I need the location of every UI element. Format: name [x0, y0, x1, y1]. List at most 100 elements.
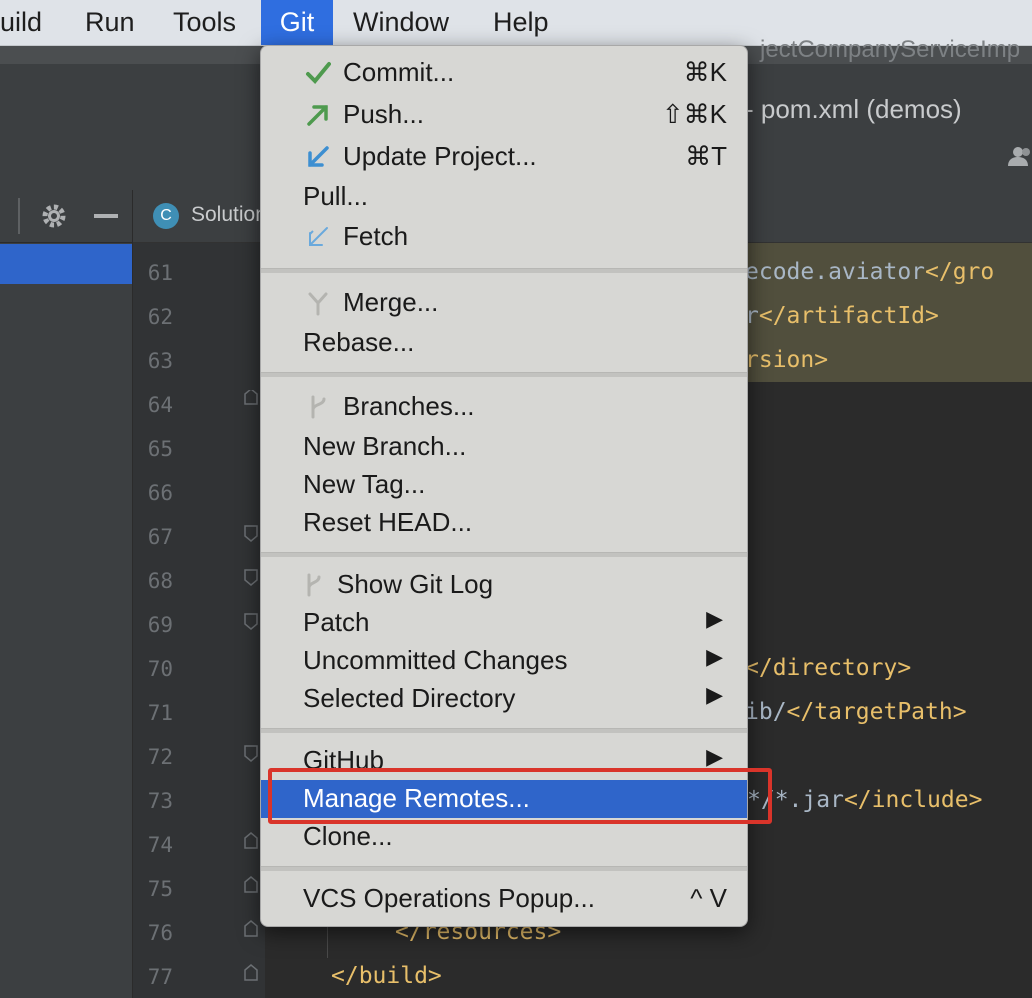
gear-icon[interactable] [40, 202, 68, 230]
menu-separator [261, 268, 747, 273]
selected-tree-item[interactable] [0, 244, 132, 284]
menu-item-label: Selected Directory [303, 683, 516, 713]
menu-item-label: Clone... [303, 821, 393, 851]
menu-separator [261, 728, 747, 733]
menu-item-merge[interactable]: Merge... [261, 284, 747, 322]
fetch-arrow-icon [305, 224, 331, 250]
shortcut-label: ⇧⌘K [661, 99, 727, 129]
menu-item-label: VCS Operations Popup... [303, 883, 595, 913]
line-number: 76 [147, 921, 173, 945]
menu-item-label: New Branch... [303, 431, 467, 461]
line-number: 74 [147, 833, 173, 857]
code-line-62: r</artifactId> [745, 303, 939, 329]
menu-item-new-branch[interactable]: New Branch... [261, 428, 747, 466]
push-arrow-icon [305, 102, 331, 128]
menu-item-label: Fetch [343, 221, 409, 251]
check-icon [305, 60, 331, 86]
code-line-77: </build> [331, 963, 442, 989]
menu-item-push[interactable]: Push... ⇧⌘K [261, 96, 747, 134]
menu-item-uncommitted-changes[interactable]: Uncommitted Changes ▶ [261, 642, 747, 680]
menu-separator [261, 866, 747, 871]
git-log-icon [301, 572, 327, 598]
merge-icon [305, 290, 331, 316]
menu-item-rebase[interactable]: Rebase... [261, 324, 747, 362]
menu-item-vcs-operations-popup[interactable]: VCS Operations Popup... ^ V [261, 880, 747, 918]
code-line-61: ecode.aviator</gro [745, 259, 994, 285]
menu-item-label: Pull... [303, 181, 369, 211]
menu-item-label: Branches... [343, 391, 475, 421]
menu-run[interactable]: Run [85, 0, 135, 45]
line-number: 70 [147, 657, 173, 681]
menu-item-label: Patch [303, 607, 370, 637]
code-tag: </artifactId> [758, 303, 939, 329]
toolbar-divider [18, 198, 20, 234]
menu-item-label: Update Project... [343, 141, 537, 171]
menu-item-label: New Tag... [303, 469, 426, 499]
line-number: 64 [147, 393, 173, 417]
code-text: /*.jar [760, 787, 844, 813]
line-number: 63 [147, 349, 173, 373]
line-number: 75 [147, 877, 173, 901]
code-tag: </directory> [745, 655, 912, 681]
menu-item-label: Commit... [343, 57, 455, 87]
minimize-icon[interactable] [94, 214, 118, 218]
line-number: 65 [147, 437, 173, 461]
menu-item-label: Uncommitted Changes [303, 645, 568, 675]
user-icon[interactable] [1008, 144, 1032, 168]
line-number: 62 [147, 305, 173, 329]
shortcut-label: ^ V [690, 883, 727, 913]
menu-build[interactable]: uild [0, 0, 52, 45]
menu-item-label: Rebase... [303, 327, 415, 357]
project-panel [0, 190, 133, 998]
line-number: 72 [147, 745, 173, 769]
menu-item-new-tag[interactable]: New Tag... [261, 466, 747, 504]
menu-item-label: Merge... [343, 287, 439, 317]
update-arrow-icon [305, 144, 331, 170]
shortcut-label: ⌘T [685, 141, 727, 171]
code-line-73: */*.jar</include> [747, 787, 982, 813]
line-number: 67 [147, 525, 173, 549]
submenu-arrow-icon: ▶ [706, 606, 723, 631]
code-tag: </gro [925, 259, 995, 285]
code-tag: </targetPath> [786, 699, 967, 725]
class-icon: C [153, 203, 179, 229]
code-text: ecode.aviator [745, 259, 926, 285]
menu-item-update-project[interactable]: Update Project... ⌘T [261, 138, 747, 176]
menu-item-reset-head[interactable]: Reset HEAD... [261, 504, 747, 542]
shortcut-label: ⌘K [683, 57, 727, 87]
menu-window[interactable]: Window [353, 0, 449, 45]
menu-item-label: Push... [343, 99, 424, 129]
menu-item-label: Show Git Log [337, 569, 494, 599]
submenu-arrow-icon: ▶ [706, 644, 723, 669]
line-number: 69 [147, 613, 173, 637]
menu-git[interactable]: Git [261, 0, 333, 45]
menu-help[interactable]: Help [493, 0, 549, 45]
menu-tools[interactable]: Tools [173, 0, 236, 45]
menu-item-pull[interactable]: Pull... [261, 178, 747, 216]
line-number: 77 [147, 965, 173, 989]
menu-item-branches[interactable]: Branches... [261, 388, 747, 426]
line-number: 71 [147, 701, 173, 725]
code-line-71: ib/</targetPath> [745, 699, 967, 725]
window-title: - pom.xml (demos) [745, 94, 962, 124]
editor-tab[interactable]: C Solution [133, 190, 267, 242]
submenu-arrow-icon: ▶ [706, 682, 723, 707]
menu-item-selected-directory[interactable]: Selected Directory ▶ [261, 680, 747, 718]
menu-separator [261, 552, 747, 557]
menu-separator [261, 372, 747, 377]
submenu-arrow-icon: ▶ [706, 744, 723, 769]
code-line-70: </directory> [745, 655, 911, 681]
code-text: ib/ [745, 699, 787, 725]
project-panel-toolbar [0, 190, 132, 243]
menu-item-fetch[interactable]: Fetch [261, 218, 747, 256]
code-line-63: rsion> [745, 347, 828, 373]
line-number: 61 [147, 261, 173, 285]
branch-icon [305, 394, 331, 420]
line-number: 66 [147, 481, 173, 505]
menu-item-commit[interactable]: Commit... ⌘K [261, 54, 747, 92]
tab-label: Solution [191, 203, 267, 226]
menu-item-patch[interactable]: Patch ▶ [261, 604, 747, 642]
annotation-highlight-box [268, 768, 772, 824]
code-tag: </build> [331, 963, 442, 989]
menu-item-show-git-log[interactable]: Show Git Log [261, 566, 747, 604]
